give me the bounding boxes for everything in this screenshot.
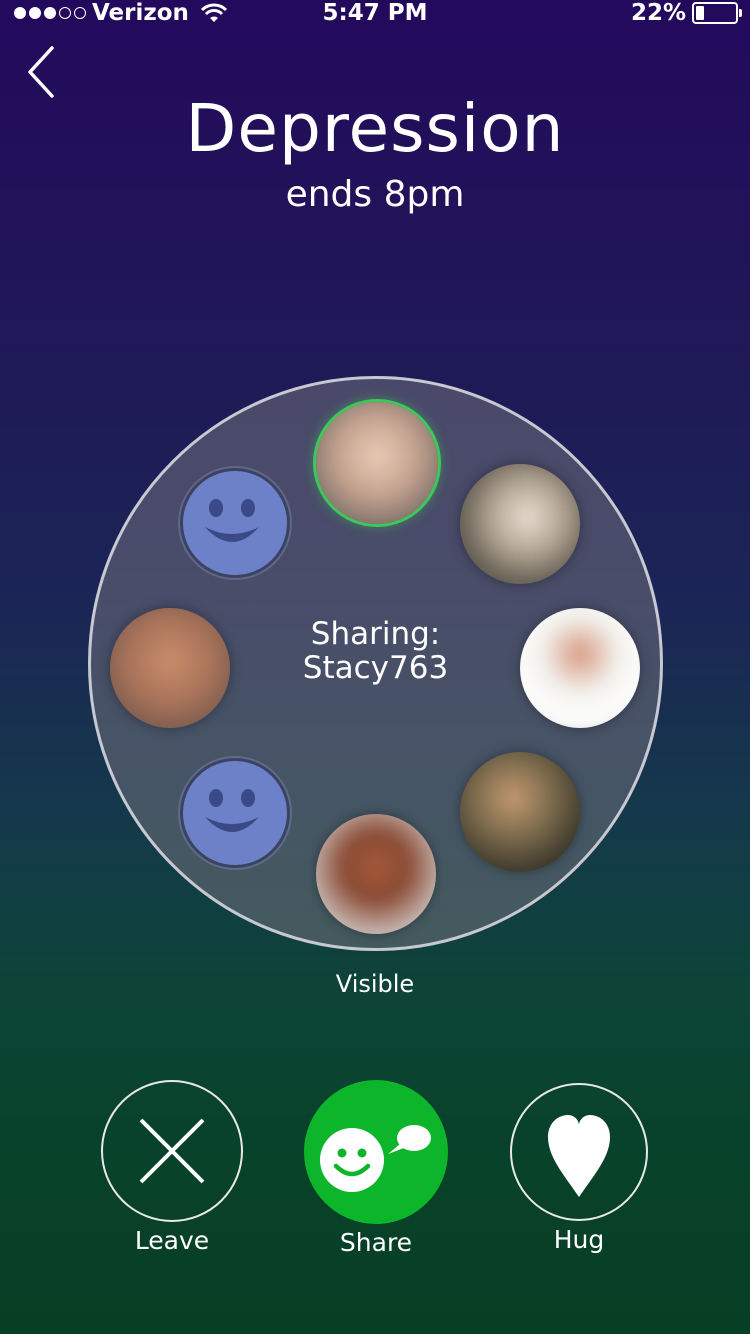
leave-label: Leave <box>134 1226 210 1255</box>
battery-fill <box>696 6 705 20</box>
chat-smiley-icon <box>320 1125 431 1192</box>
leave-button[interactable]: Leave <box>101 1080 243 1255</box>
member-avatar[interactable] <box>460 752 580 872</box>
leave-circle <box>101 1080 243 1222</box>
app-screen: { "status_bar": { "carrier": "Verizon", … <box>0 0 750 1334</box>
member-avatar[interactable] <box>316 814 436 934</box>
page-title: Depression <box>185 90 565 167</box>
status-right: 22% <box>630 0 742 26</box>
session-end-time: ends 8pm <box>285 174 465 215</box>
member-avatar[interactable] <box>520 608 640 728</box>
battery-icon <box>692 2 742 24</box>
share-circle <box>304 1080 448 1224</box>
share-label: Share <box>339 1228 413 1257</box>
hug-circle <box>510 1083 648 1221</box>
anonymous-member-avatar[interactable] <box>180 468 290 578</box>
smiley-icon <box>205 499 259 542</box>
hug-label: Hug <box>553 1225 605 1254</box>
visibility-status: Visible <box>335 970 415 998</box>
battery-percent: 22% <box>630 0 686 26</box>
group-circle: Sharing: Stacy763 <box>88 376 663 951</box>
close-icon <box>139 1118 205 1184</box>
member-avatar-active[interactable] <box>316 402 438 524</box>
member-avatar[interactable] <box>110 608 230 728</box>
status-bar: Verizon 5:47 PM 22% <box>0 0 750 28</box>
hug-button[interactable]: Hug <box>510 1083 648 1254</box>
smiley-icon <box>205 789 259 832</box>
heart-icon <box>548 1115 610 1197</box>
share-button[interactable]: Share <box>304 1080 448 1257</box>
anonymous-member-avatar[interactable] <box>180 758 290 868</box>
member-avatar[interactable] <box>460 464 580 584</box>
